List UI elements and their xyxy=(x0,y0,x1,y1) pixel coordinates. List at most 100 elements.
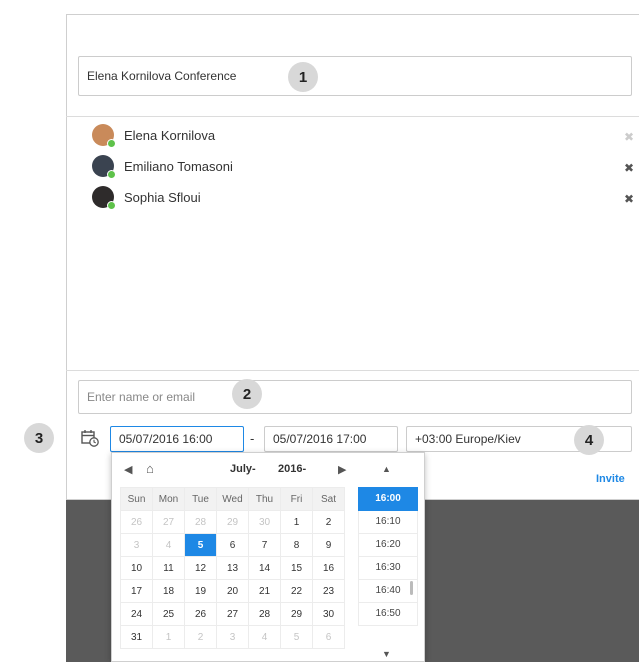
weekday-header: Fri xyxy=(280,487,313,511)
divider-bottom xyxy=(66,370,639,371)
start-datetime-value: 05/07/2016 16:00 xyxy=(119,432,213,446)
calendar-day[interactable]: 2 xyxy=(184,625,217,649)
calendar-day[interactable]: 29 xyxy=(216,510,249,534)
time-option[interactable]: 16:20 xyxy=(358,534,418,557)
calendar-day[interactable]: 6 xyxy=(216,533,249,557)
weekday-header: Mon xyxy=(152,487,185,511)
datetime-picker-popup: ◀ ⌂ July- 2016- ▶ ▲ Sun Mon Tue Wed Thu Fri Sa… xyxy=(111,452,425,662)
year-label: 2016 xyxy=(278,463,303,475)
home-icon[interactable]: ⌂ xyxy=(146,461,154,476)
weekday-header: Sun xyxy=(120,487,153,511)
time-option[interactable]: 16:00 xyxy=(358,487,418,511)
time-option[interactable]: 16:30 xyxy=(358,557,418,580)
calendar-day[interactable]: 24 xyxy=(120,602,153,626)
online-status-dot xyxy=(107,170,116,179)
calendar-grid: Sun Mon Tue Wed Thu Fri Sat 26 27 28 29 30 1 2 3 4 5 6 7 8 9… xyxy=(120,487,345,649)
callout-badge-1: 1 xyxy=(288,62,318,92)
calendar-day[interactable]: 26 xyxy=(120,510,153,534)
calendar-day[interactable]: 12 xyxy=(184,556,217,580)
participant-row: Sophia Sfloui ✖ xyxy=(66,186,639,214)
calendar-day[interactable]: 11 xyxy=(152,556,185,580)
time-scrollbar[interactable] xyxy=(410,581,413,595)
calendar-day[interactable]: 30 xyxy=(248,510,281,534)
remove-participant-icon[interactable]: ✖ xyxy=(624,161,634,175)
start-datetime-input[interactable]: 05/07/2016 16:00 xyxy=(110,426,244,452)
calendar-day[interactable]: 8 xyxy=(280,533,313,557)
weekday-header: Wed xyxy=(216,487,249,511)
callout-badge-2: 2 xyxy=(232,379,262,409)
calendar-day[interactable]: 18 xyxy=(152,579,185,603)
callout-badge-3: 3 xyxy=(24,423,54,453)
calendar-day[interactable]: 25 xyxy=(152,602,185,626)
calendar-day[interactable]: 27 xyxy=(216,602,249,626)
conference-title-value: Elena Kornilova Conference xyxy=(87,69,237,83)
calendar-day[interactable]: 26 xyxy=(184,602,217,626)
prev-month-icon[interactable]: ◀ xyxy=(124,463,132,476)
time-option[interactable]: 16:10 xyxy=(358,511,418,534)
calendar-day[interactable]: 7 xyxy=(248,533,281,557)
year-select[interactable]: 2016- xyxy=(278,463,306,475)
time-down-icon[interactable]: ▼ xyxy=(382,649,391,659)
end-datetime-input[interactable]: 05/07/2016 17:00 xyxy=(264,426,398,452)
timezone-value: +03:00 Europe/Kiev xyxy=(415,432,521,446)
time-option[interactable]: 16:40 xyxy=(358,580,418,603)
calendar-day[interactable]: 20 xyxy=(216,579,249,603)
participant-row: Emiliano Tomasoni ✖ xyxy=(66,155,639,183)
calendar-day[interactable]: 27 xyxy=(152,510,185,534)
online-status-dot xyxy=(107,139,116,148)
calendar-day[interactable]: 23 xyxy=(312,579,345,603)
participant-name: Elena Kornilova xyxy=(124,128,216,143)
calendar-day[interactable]: 2 xyxy=(312,510,345,534)
calendar-day[interactable]: 4 xyxy=(152,533,185,557)
calendar-day[interactable]: 17 xyxy=(120,579,153,603)
calendar-day[interactable]: 1 xyxy=(280,510,313,534)
calendar-day[interactable]: 21 xyxy=(248,579,281,603)
calendar-day[interactable]: 3 xyxy=(120,533,153,557)
range-dash: - xyxy=(250,431,255,446)
month-label: July xyxy=(230,463,253,475)
invite-button[interactable]: Invite xyxy=(596,473,625,485)
calendar-clock-icon[interactable] xyxy=(80,428,100,448)
callout-badge-4: 4 xyxy=(574,425,604,455)
time-up-icon[interactable]: ▲ xyxy=(382,464,391,474)
weekday-header: Sat xyxy=(312,487,345,511)
month-select[interactable]: July- xyxy=(230,463,256,475)
remove-participant-icon[interactable]: ✖ xyxy=(624,192,634,206)
time-list: 16:00 16:10 16:20 16:30 16:40 16:50 xyxy=(358,487,418,626)
conference-title-input[interactable]: Elena Kornilova Conference xyxy=(78,56,632,96)
participant-name: Sophia Sfloui xyxy=(124,190,201,205)
invite-placeholder: Enter name or email xyxy=(87,390,196,404)
calendar-day[interactable]: 28 xyxy=(184,510,217,534)
divider-top xyxy=(66,116,639,117)
calendar-day[interactable]: 10 xyxy=(120,556,153,580)
calendar-day[interactable]: 9 xyxy=(312,533,345,557)
remove-participant-icon[interactable]: ✖ xyxy=(624,130,634,144)
calendar-day[interactable]: 14 xyxy=(248,556,281,580)
calendar-day[interactable]: 5 xyxy=(280,625,313,649)
participant-row: Elena Kornilova ✖ xyxy=(66,124,639,152)
chevron-down-icon: - xyxy=(252,463,256,475)
calendar-day[interactable]: 13 xyxy=(216,556,249,580)
online-status-dot xyxy=(107,201,116,210)
participant-name: Emiliano Tomasoni xyxy=(124,159,233,174)
weekday-header: Tue xyxy=(184,487,217,511)
next-month-icon[interactable]: ▶ xyxy=(338,463,346,476)
calendar-day[interactable]: 1 xyxy=(152,625,185,649)
weekday-header: Thu xyxy=(248,487,281,511)
time-option[interactable]: 16:50 xyxy=(358,603,418,626)
calendar-day[interactable]: 22 xyxy=(280,579,313,603)
calendar-day[interactable]: 30 xyxy=(312,602,345,626)
participant-list: Elena Kornilova ✖ Emiliano Tomasoni ✖ Sophia… xyxy=(66,120,639,210)
calendar-day[interactable]: 29 xyxy=(280,602,313,626)
calendar-day[interactable]: 15 xyxy=(280,556,313,580)
calendar-day[interactable]: 19 xyxy=(184,579,217,603)
invite-input[interactable]: Enter name or email xyxy=(78,380,632,414)
calendar-day[interactable]: 28 xyxy=(248,602,281,626)
calendar-day[interactable]: 3 xyxy=(216,625,249,649)
calendar-day[interactable]: 31 xyxy=(120,625,153,649)
calendar-day[interactable]: 16 xyxy=(312,556,345,580)
calendar-day[interactable]: 4 xyxy=(248,625,281,649)
calendar-day[interactable]: 5 xyxy=(184,533,217,557)
chevron-down-icon: - xyxy=(302,463,307,475)
calendar-day[interactable]: 6 xyxy=(312,625,345,649)
